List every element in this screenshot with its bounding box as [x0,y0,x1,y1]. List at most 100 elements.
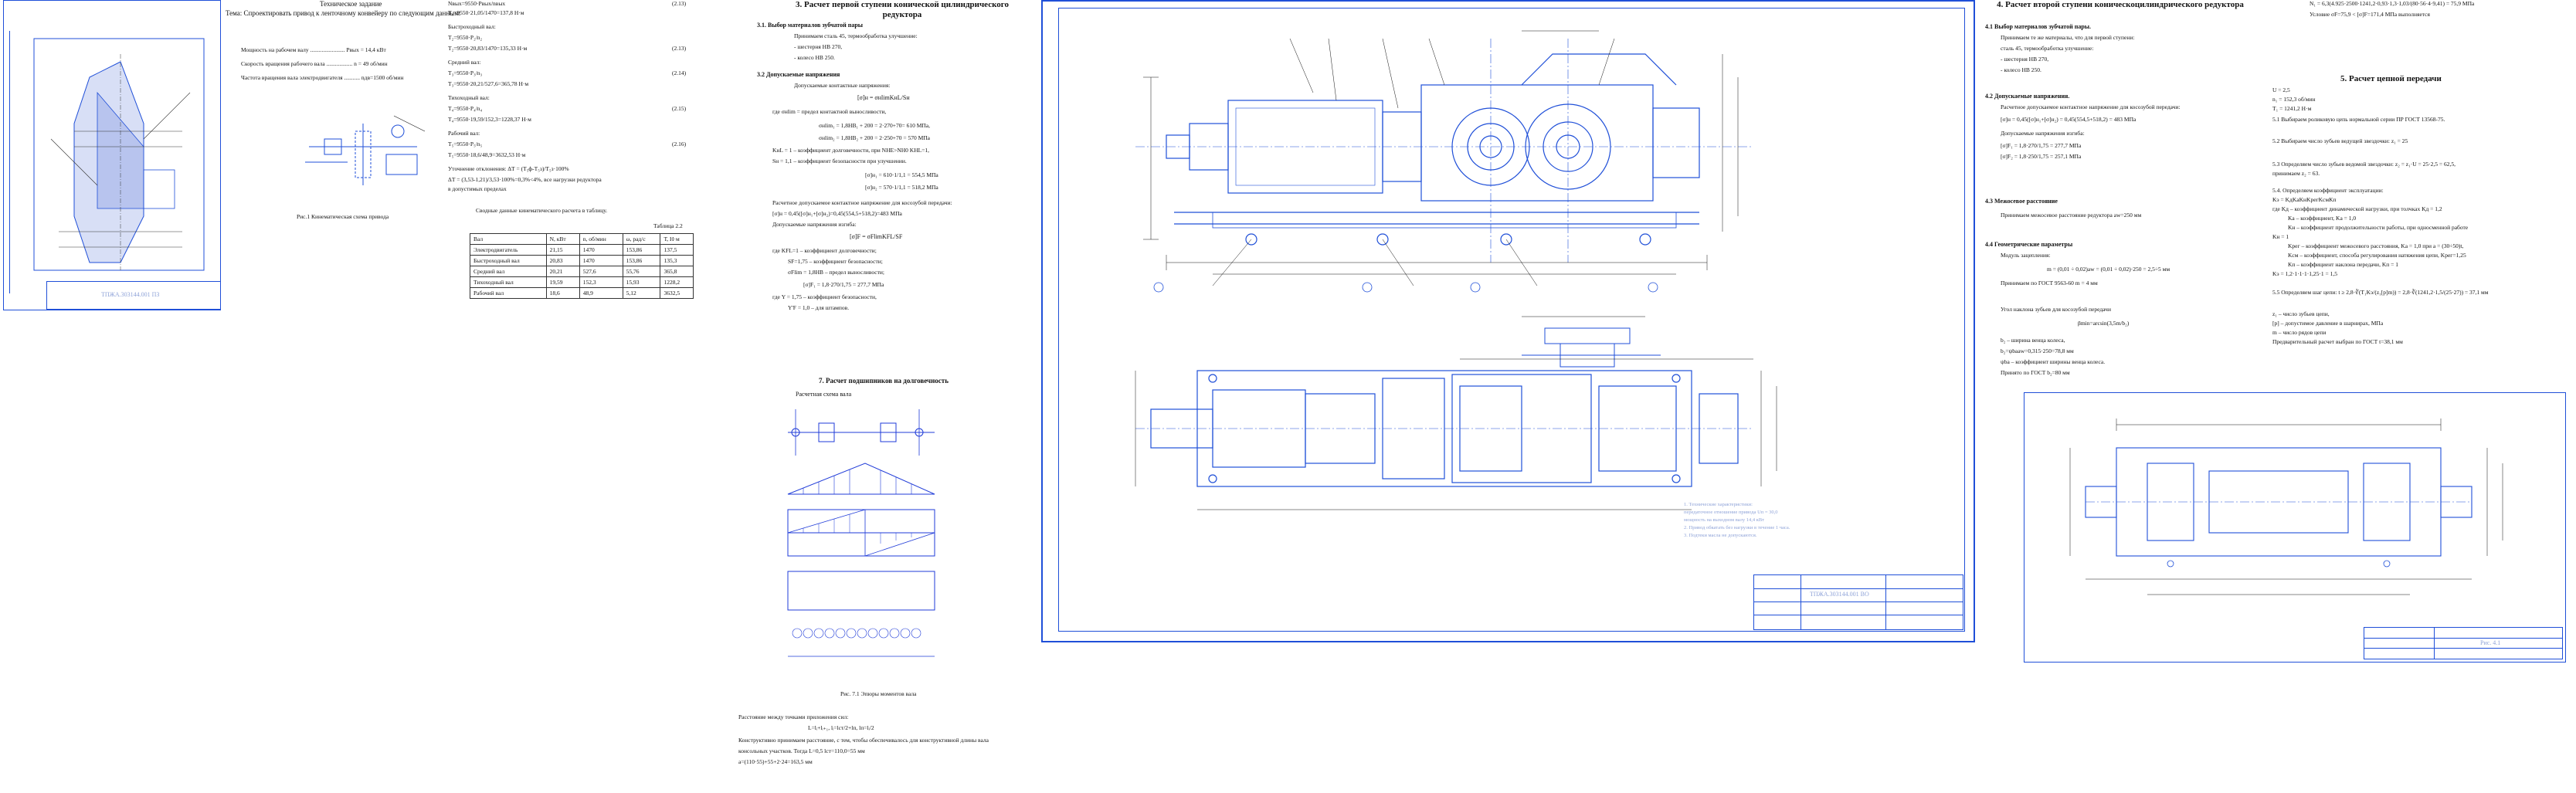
table-cell: 152,3 [579,276,623,288]
sketch-caption: Рис. 4.1 [2480,639,2501,646]
title-block-row [1754,588,1963,589]
p6-line: Kэ = KдKаKнKрегKсмKп [2272,196,2337,203]
bottom-line: консольных участков. Тогда L=0,5 lст=110… [738,747,865,754]
s44-line: βmin=arcsin(3,5m/b₂) [2078,320,2130,327]
p6-line: Kа – коэффициент, Kа = 1,0 [2288,215,2357,222]
p6-line: 5.1 Выбираем роликовую цепь нормальной с… [2272,116,2445,123]
p6-line: 5.2 Выбираем число зубьев ведущей звездо… [2272,137,2408,144]
p6-line: n₁ = 152,3 об/мин [2272,96,2316,103]
table-row: Тихоходный вал 19,59 152,3 15,93 1228,2 [470,276,694,288]
s32-line: где KFL=1 – коэффициент долговечности; [772,247,877,254]
title-block-row [2364,638,2562,639]
s44-line: b₂ – ширина венца колеса, [2001,337,2065,344]
bottom-line: L=lᵢ+lᵢ₊₁, lᵢ=lст/2+lп, lп=lᵢ/2 [808,724,874,731]
s32-line: Y'F = 1,0 – для штампов. [788,304,850,311]
page3-fig-caption: Рис. 7.1 Эпюры моментов вала [840,690,917,697]
plan-view [1135,370,1753,487]
table-header-cell: Вал [470,233,547,245]
table-cell: Средний вал [470,266,547,277]
fig-caption-kinematic: Рис.1 Кинематическая схема привода [297,213,389,220]
table-row: Электродвигатель 21,15 1470 153,86 137,5 [470,244,694,256]
s32-line: где σнlim = предел контактной выносливос… [772,108,887,115]
table-cell: 55,76 [622,266,661,277]
table-cell: 135,3 [660,255,694,266]
task-text: Тема: Спроектировать привод к ленточному… [226,9,461,17]
kinematic-table: Вал N, кВт n, об/мин ω, рад/с Т, Н·м Эле… [470,233,694,299]
formula-line: Nвых=9550·Pвых/nвых [448,0,506,7]
stamp-left: ТПЖА.303144.001 ПЗ [46,281,221,310]
bottom-line: a=(110·55)+55+2·24=163,5 мм [738,758,813,765]
s42-line: Допускаемые напряжения изгиба: [2001,130,2085,137]
page3-heading: 3. Расчет первой ступени конической цили… [795,0,1009,20]
page5-s41-block: Принимаем те же материалы, что для перво… [2001,34,2255,86]
table-cell: 48,9 [579,287,623,299]
page3-s32: 3.2 Допускаемые напряжения [757,71,840,78]
s32-line: KнL = 1 – коэффициент долговечности, при… [772,147,930,154]
p6-line: Kн – коэффициент продолжительности работ… [2288,224,2469,231]
page6-top-line: N₁ = 6,3(4.925·2500·1241,2·0,93·1,3·1,03… [2310,0,2475,7]
s32-line: σнlim₂ = 1,8НВ₂ + 200 = 2·250+70 = 570 М… [819,134,931,141]
s32-line: [σ]н₁ = 610·1/1,1 = 554,5 МПа [865,171,938,178]
formula-line: Т₄=9550·19,59/152,3=1228,37 Н·м [448,116,531,123]
sketch-title-block: Рис. 4.1 [2364,627,2563,659]
s42-line: [σ]F₂ = 1,8·250/1,75 = 257,1 МПа [2001,153,2082,160]
param-3: Частота вращения вала электродвигателя .… [241,74,404,81]
s42-line: Расчетное допускаемое контактное напряже… [2001,103,2181,110]
s32-line: Sн = 1,1 – коэффициент безопасности при … [772,158,907,164]
p6-line: Kэ = 1,2·1·1·1·1,25·1 = 1,5 [2272,270,2337,277]
table-cell: 20,21 [545,266,580,277]
page5-s44-block: Модуль зацепления: m = (0,01 ÷ 0,02)aw =… [2001,252,2255,383]
page6-heading: 5. Расчет цепной передачи [2340,74,2442,83]
table-cell: 365,8 [660,266,694,277]
formula-line: Т₄=9550·Р₄/n₄ [448,105,483,112]
s32-line: [σ]F = σFlimKFL/SF [850,233,903,240]
s41-line: сталь 45, термообработка улучшение: [2001,45,2094,52]
page6-body: U = 2,5 n₁ = 152,3 об/мин T₁ = 1241,2 Н·… [2272,86,2574,380]
p6-line: 5.4. Определяем коэффициент эксплуатации… [2272,187,2384,194]
table-cell: 5,12 [622,287,661,299]
page3-s7-sub: Расчетная схема вала [796,391,852,398]
s43-line: Принимаем межосевое расстояние редуктора… [2001,212,2142,219]
eq-number: (2.15) [672,105,687,112]
table-cell: 3632,5 [660,287,694,299]
p6-line: [p] – допустимое давление в шарнирах, МП… [2272,320,2384,327]
s44-line: Принято по ГОСТ b₂=80 мм [2001,369,2070,376]
bottom-line: Конструктивно принимаем расстояние, с те… [738,737,989,744]
p6-line: m – число рядов цепи [2272,329,2327,336]
page-1-side-strip [0,31,10,293]
table-header-row: Вал N, кВт n, об/мин ω, рад/с Т, Н·м [470,233,694,245]
table-cell: 19,59 [545,276,580,288]
shaft-sketch [2069,419,2503,595]
kinematic-scheme [305,115,426,185]
s32-line: SF=1,75 – коэффициент безопасности; [788,258,883,265]
table-cell: 137,5 [660,244,694,256]
page5-heading: 4. Расчет второй ступени коническоцилинд… [1997,0,2244,9]
p6-line: Предварительный расчет выбран по ГОСТ t=… [2272,338,2403,345]
formula-line: Т₂=9550·20,83/1470=135,33 Н·м [448,45,528,52]
table-cell: 1470 [579,244,623,256]
s41-line: Принимаем те же материалы, что для перво… [2001,34,2135,41]
title-block-col [2434,628,2435,659]
formula-line: Рабочий вал: [448,130,480,137]
p6-line: принимаем z₂ = 63. [2272,170,2320,177]
table-header-cell: Т, Н·м [660,233,694,245]
table-cell: 1228,2 [660,276,694,288]
table-cell: 18,6 [545,287,580,299]
p6-line: 5.3 Определяем число зубьев ведомой звез… [2272,161,2456,168]
formula-line: Т₃=9550·20,21/527,6=365,78 Н·м [448,80,529,87]
s42-line: [σ]н = 0,45([σ]н₁+[σ]н₂) = 0,45(554,5+51… [2001,116,2136,123]
param-2: Скорость вращения рабочего вала ........… [241,60,388,67]
table-cell: Рабочий вал [470,287,547,299]
formula-line: Уточнение отклонения: ΔТ = (Т₅ф-Т₅з)/Т₅з… [448,165,569,172]
page3-s31-line: - шестерня НВ 270, [794,43,843,50]
stamp-left-text: ТПЖА.303144.001 ПЗ [101,291,160,298]
s32-line: [σ]F₁ = 1,8·270/1,75 = 277,7 МПа [803,281,884,288]
table-row: Быстроходный вал 20,83 1470 153,86 135,3 [470,255,694,266]
p6-line: z₁ – число зубьев цепи, [2272,310,2330,317]
page5-s43: 4.3 Межосевое расстояние [1985,198,2058,205]
table-cell: 21,15 [545,244,580,256]
p6-line: где Kд – коэффициент динамической нагруз… [2272,205,2442,212]
p6-line: U = 2,5 [2272,86,2290,93]
table-cell: Быстроходный вал [470,255,547,266]
formula-line: Т₅=9550·Р₅/n₅ [448,141,483,147]
